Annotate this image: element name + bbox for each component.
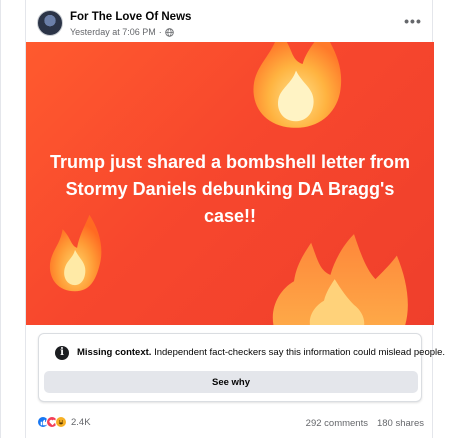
see-why-button[interactable]: See why bbox=[44, 371, 418, 393]
fact-check-text: Missing context. Independent fact-checke… bbox=[77, 347, 445, 358]
shares-count[interactable]: 180 shares bbox=[377, 418, 424, 429]
comments-count[interactable]: 292 comments bbox=[306, 418, 368, 429]
reaction-count[interactable]: 2.4K bbox=[71, 417, 91, 428]
fire-icon bbox=[272, 234, 408, 325]
facebook-feed: For The Love Of News Yesterday at 7:06 P… bbox=[0, 0, 474, 438]
engagement-bar: 2.4K 292 comments 180 shares bbox=[26, 413, 434, 433]
globe-icon bbox=[165, 27, 174, 37]
info-icon: i bbox=[55, 346, 69, 360]
fact-check-message: Independent fact-checkers say this infor… bbox=[154, 347, 446, 358]
divider bbox=[0, 0, 1, 438]
post-card: For The Love Of News Yesterday at 7:06 P… bbox=[25, 0, 445, 438]
fact-check-notice: i Missing context. Independent fact-chec… bbox=[38, 333, 445, 402]
page-name-link[interactable]: For The Love Of News bbox=[70, 11, 191, 23]
post-timestamp[interactable]: Yesterday at 7:06 PM bbox=[70, 27, 156, 37]
post-image[interactable]: Trump just shared a bombshell letter fro… bbox=[26, 42, 434, 325]
more-options-icon[interactable]: ••• bbox=[402, 12, 424, 30]
image-headline: Trump just shared a bombshell letter fro… bbox=[49, 152, 411, 226]
post-meta: Yesterday at 7:06 PM · bbox=[70, 27, 174, 37]
haha-icon bbox=[55, 416, 67, 428]
reactions-summary[interactable]: 2.4K bbox=[37, 416, 91, 428]
post-stats: 292 comments 180 shares bbox=[306, 418, 424, 429]
post-header: For The Love Of News Yesterday at 7:06 P… bbox=[26, 0, 434, 42]
meta-separator: · bbox=[158, 27, 162, 37]
fire-icon bbox=[253, 42, 342, 128]
fact-check-title: Missing context. bbox=[77, 347, 152, 358]
page-avatar[interactable] bbox=[37, 10, 63, 36]
